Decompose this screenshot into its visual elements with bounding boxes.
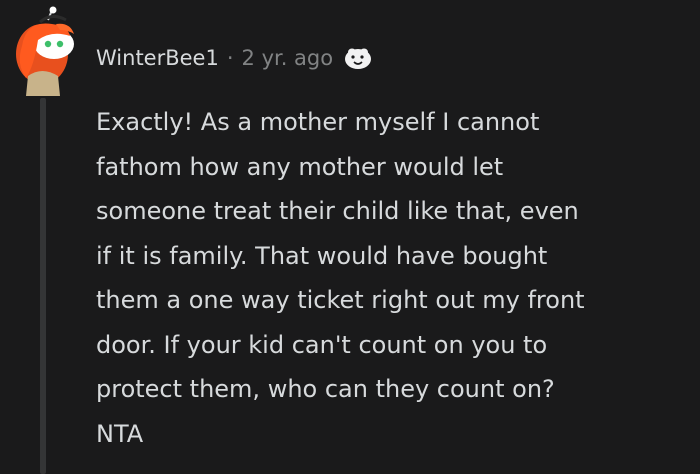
comment-body-line: them a one way ticket right out my front bbox=[96, 286, 585, 314]
comment-body-line: door. If your kid can't count on you to bbox=[96, 330, 548, 359]
username-link[interactable]: WinterBee1 bbox=[96, 46, 219, 70]
timestamp-link[interactable]: 2 yr. ago bbox=[242, 46, 334, 70]
meta-separator: · bbox=[226, 46, 234, 70]
comment-header: WinterBee1 · 2 yr. ago bbox=[96, 40, 373, 76]
comment-body-line: Exactly! As a mother myself I cannot bbox=[96, 108, 540, 136]
wholesome-award-icon[interactable] bbox=[343, 44, 373, 72]
avatar-icon[interactable] bbox=[12, 6, 82, 96]
comment-body-line: someone treat their child like that, eve… bbox=[96, 197, 579, 225]
comment-body-line: protect them, who can they count on? bbox=[96, 375, 555, 403]
comment-body-line: if it is family. That would have bought bbox=[96, 241, 548, 270]
comment-card: WinterBee1 · 2 yr. ago Exactly! As a mot… bbox=[0, 0, 700, 474]
comment-body-line: fathom how any mother would let bbox=[96, 152, 504, 181]
comment-body: Exactly! As a mother myself I cannot fat… bbox=[96, 100, 686, 456]
thread-collapse-line[interactable] bbox=[40, 98, 46, 474]
comment-body-line: NTA bbox=[96, 419, 144, 448]
